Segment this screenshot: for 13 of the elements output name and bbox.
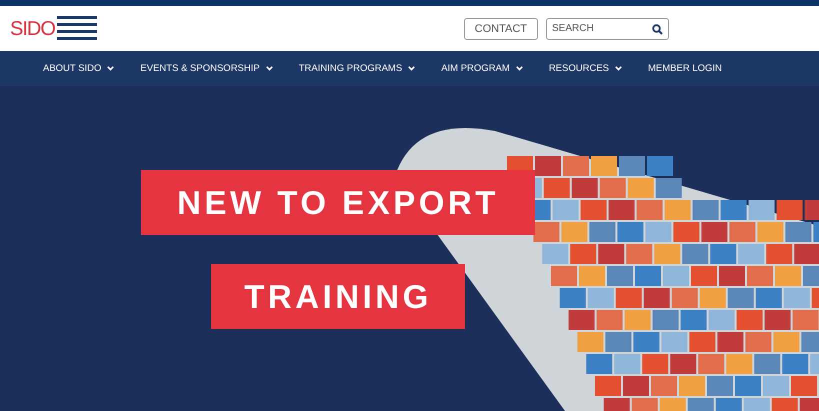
logo-text: SIDO [10, 16, 55, 40]
nav-link[interactable]: MEMBER LOGIN [648, 63, 722, 74]
search-field[interactable]: SEARCH [546, 18, 669, 40]
nav-link[interactable]: AIM PROGRAM [441, 63, 523, 74]
nav-link[interactable]: ABOUT SIDO [43, 63, 114, 74]
headline-banner: NEW TO EXPORT [141, 170, 535, 235]
nav-link[interactable]: EVENTS & SPONSORSHIP [140, 63, 273, 74]
headline-banner: TRAINING [211, 264, 465, 329]
nav-link[interactable]: TRAINING PROGRAMS [298, 63, 416, 74]
contact-button[interactable]: CONTACT [464, 18, 538, 40]
nav-link[interactable]: RESOURCES [548, 63, 622, 74]
logo-stripes-icon [56, 16, 97, 41]
search-icon[interactable] [652, 24, 663, 34]
